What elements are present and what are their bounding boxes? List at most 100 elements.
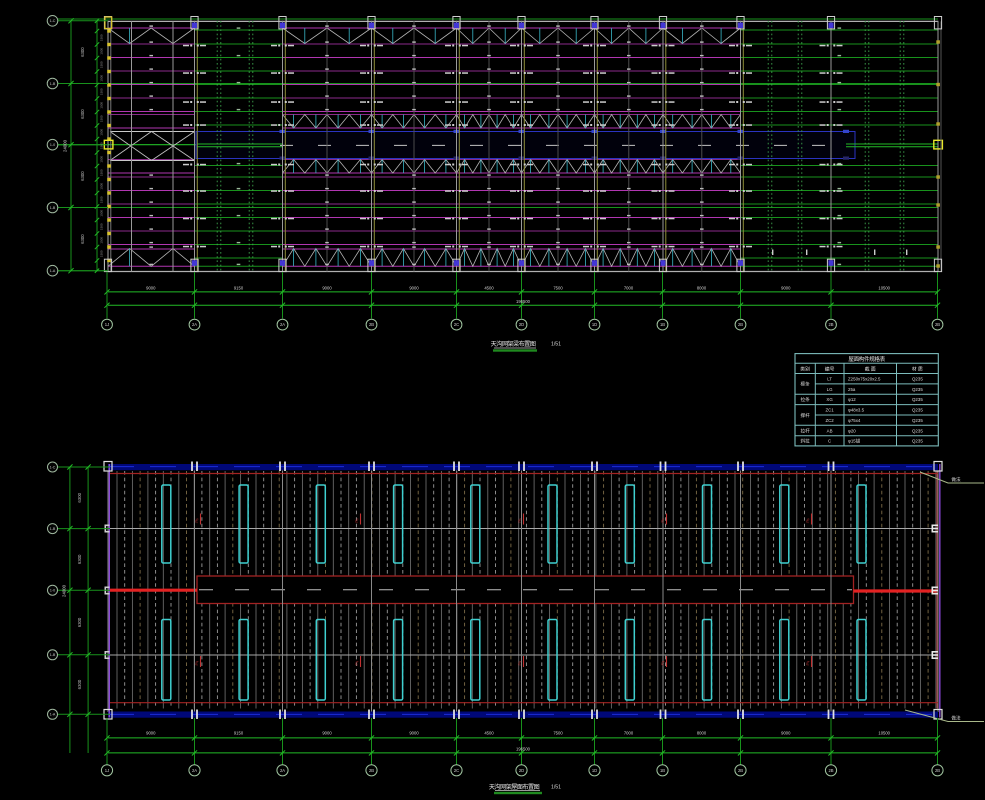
svg-text:2A: 2A (192, 768, 197, 773)
svg-text:6300: 6300 (77, 679, 82, 689)
svg-text:1500: 1500 (99, 183, 103, 190)
svg-text:196500: 196500 (516, 747, 531, 752)
svg-text:8000: 8000 (697, 285, 707, 290)
svg-text:φ48x3.5: φ48x3.5 (848, 408, 865, 413)
svg-text:4500: 4500 (484, 730, 494, 735)
svg-text:Z250x75x20x2.5: Z250x75x20x2.5 (848, 377, 881, 382)
svg-text:1-A: 1-A (50, 269, 56, 273)
svg-text:天沟网架梁布置图: 天沟网架梁布置图 (491, 340, 536, 348)
svg-text:Q235: Q235 (912, 428, 923, 433)
svg-text:材 质: 材 质 (912, 366, 923, 373)
svg-text:斜拉: 斜拉 (800, 438, 810, 445)
svg-text:2B: 2B (738, 768, 743, 773)
svg-text:C: C (828, 439, 831, 444)
svg-text:1500: 1500 (99, 48, 103, 55)
svg-text:φ75x4: φ75x4 (848, 418, 861, 423)
svg-text:φ15锚: φ15锚 (848, 438, 861, 445)
svg-text:LT: LT (827, 377, 832, 382)
svg-text:2A: 2A (280, 322, 285, 327)
svg-text:1500: 1500 (99, 102, 103, 109)
svg-text:1D: 1D (592, 322, 597, 327)
svg-text:25a: 25a (848, 387, 856, 392)
svg-text:1500: 1500 (100, 142, 104, 149)
svg-text:9000: 9000 (146, 285, 156, 290)
svg-text:9150: 9150 (234, 730, 244, 735)
svg-text:1500: 1500 (99, 210, 103, 217)
svg-text:6300: 6300 (80, 234, 85, 244)
svg-text:撑杆: 撑杆 (800, 412, 810, 419)
svg-text:天沟网架屋面布置图: 天沟网架屋面布置图 (489, 783, 540, 791)
svg-text:拉杆: 拉杆 (800, 427, 810, 434)
svg-text:1-0: 1-0 (50, 589, 55, 593)
svg-text:2B: 2B (935, 768, 940, 773)
svg-text:1500: 1500 (100, 88, 104, 95)
svg-text:10500: 10500 (878, 730, 890, 735)
svg-text:2B: 2B (369, 768, 374, 773)
svg-text:6300: 6300 (77, 492, 82, 502)
svg-text:Q235: Q235 (912, 387, 923, 392)
svg-text:1-A: 1-A (50, 713, 56, 717)
svg-text:2B: 2B (935, 322, 940, 327)
svg-text:7000: 7000 (624, 730, 634, 735)
svg-text:6300: 6300 (80, 109, 85, 119)
svg-text:1500: 1500 (99, 75, 103, 82)
svg-text:φ12: φ12 (848, 397, 856, 402)
svg-text:1500: 1500 (100, 196, 104, 203)
svg-text:截 面: 截 面 (865, 366, 876, 373)
svg-text:1-C: 1-C (50, 465, 56, 469)
svg-text:24000: 24000 (63, 139, 68, 152)
svg-text:1500: 1500 (100, 250, 104, 257)
svg-text:2B: 2B (738, 322, 743, 327)
svg-text:2B: 2B (828, 768, 833, 773)
svg-text:6300: 6300 (80, 171, 85, 181)
svg-text:檩条: 檩条 (800, 381, 810, 388)
svg-text:2B: 2B (369, 322, 374, 327)
svg-text:1500: 1500 (100, 169, 104, 176)
svg-text:1/51: 1/51 (551, 785, 561, 791)
svg-text:9000: 9000 (146, 730, 156, 735)
svg-text:ZC2: ZC2 (825, 418, 834, 423)
svg-text:7000: 7000 (624, 285, 634, 290)
svg-text:2B: 2B (828, 322, 833, 327)
svg-text:编号: 编号 (825, 366, 835, 373)
svg-text:1500: 1500 (100, 115, 104, 122)
svg-text:9150: 9150 (234, 285, 244, 290)
svg-text:2D: 2D (519, 322, 524, 327)
svg-text:2D: 2D (519, 768, 524, 773)
svg-text:1B: 1B (660, 768, 665, 773)
svg-text:φ20: φ20 (848, 428, 856, 433)
svg-text:1500: 1500 (100, 34, 104, 41)
svg-text:196500: 196500 (516, 299, 531, 304)
svg-text:2A: 2A (192, 322, 197, 327)
svg-text:1D: 1D (592, 768, 597, 773)
svg-text:ZC1: ZC1 (825, 408, 834, 413)
svg-text:1500: 1500 (99, 237, 103, 244)
svg-text:Q235: Q235 (912, 418, 923, 423)
svg-text:4500: 4500 (484, 285, 494, 290)
svg-text:2A: 2A (280, 768, 285, 773)
svg-text:8000: 8000 (697, 730, 707, 735)
svg-text:屋面构件规格表: 屋面构件规格表 (848, 355, 885, 363)
svg-text:9000: 9000 (322, 730, 332, 735)
svg-text:1J: 1J (105, 768, 109, 773)
svg-text:2C: 2C (454, 322, 459, 327)
svg-text:类别: 类别 (800, 366, 810, 373)
svg-text:Q235: Q235 (912, 377, 923, 382)
svg-text:1J: 1J (105, 322, 109, 327)
svg-text:1-C: 1-C (50, 19, 56, 23)
svg-text:1500: 1500 (100, 61, 104, 68)
svg-text:1B: 1B (660, 322, 665, 327)
svg-text:1-0: 1-0 (50, 143, 55, 147)
svg-text:1-B: 1-B (50, 527, 56, 531)
svg-text:Q235: Q235 (912, 439, 923, 444)
svg-text:24000: 24000 (62, 584, 67, 597)
svg-text:1/51: 1/51 (551, 342, 561, 348)
svg-text:AB: AB (827, 428, 833, 433)
svg-text:1500: 1500 (100, 223, 104, 230)
svg-text:9000: 9000 (409, 285, 419, 290)
svg-text:9000: 9000 (781, 285, 791, 290)
svg-text:7500: 7500 (553, 285, 563, 290)
svg-text:LG: LG (827, 387, 833, 392)
svg-text:Q235: Q235 (912, 408, 923, 413)
svg-text:1-B: 1-B (50, 653, 56, 657)
